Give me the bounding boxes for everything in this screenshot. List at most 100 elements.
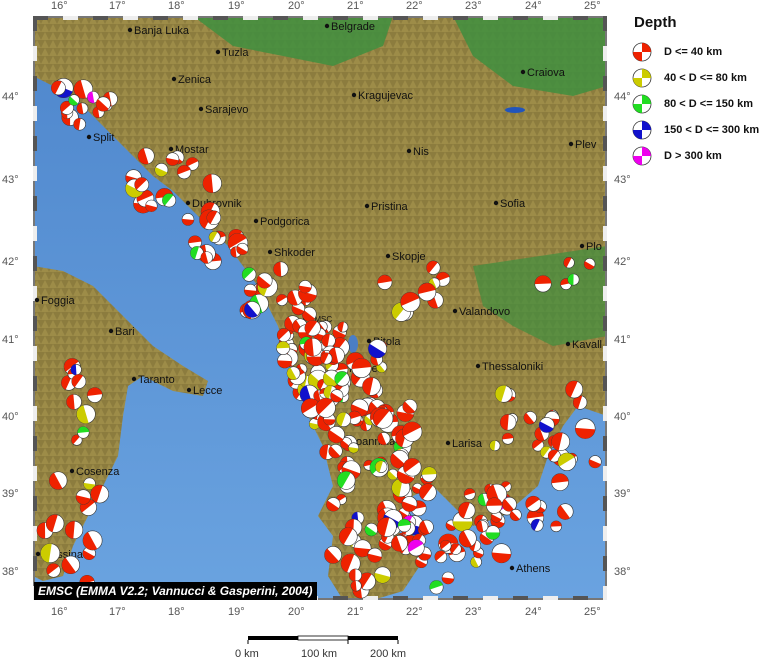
focal-mechanism[interactable] — [377, 274, 393, 290]
focal-mechanism[interactable] — [557, 503, 574, 520]
focal-mechanism[interactable] — [417, 282, 437, 302]
map-area[interactable]: Banja Luka Tuzla Belgrade Zenica Sarajevo Kra… — [32, 15, 618, 601]
focal-mechanism[interactable] — [90, 484, 109, 504]
focal-mechanism[interactable] — [557, 452, 577, 472]
focal-mechanism[interactable] — [575, 418, 596, 439]
focal-mechanism[interactable] — [403, 458, 422, 477]
focal-mechanism[interactable] — [46, 563, 61, 578]
focal-mechanism[interactable] — [441, 571, 455, 585]
focal-mechanism[interactable] — [407, 539, 425, 557]
focal-mechanism[interactable] — [51, 80, 66, 96]
focal-mechanism[interactable] — [303, 337, 323, 357]
focal-mechanism[interactable] — [449, 543, 462, 555]
focal-mechanism[interactable] — [337, 321, 349, 333]
focal-mechanism[interactable] — [419, 483, 437, 502]
focal-mechanism[interactable] — [327, 426, 345, 444]
focal-mechanism[interactable] — [162, 193, 177, 208]
focal-mechanism[interactable] — [400, 291, 421, 312]
focal-mechanism[interactable] — [304, 319, 321, 337]
focal-mechanism[interactable] — [336, 412, 352, 427]
focal-mechanism[interactable] — [551, 473, 569, 491]
focal-mechanism[interactable] — [82, 530, 103, 551]
focal-mechanism[interactable] — [509, 509, 522, 521]
focal-mechanism[interactable] — [324, 546, 342, 564]
focal-mechanism[interactable] — [73, 117, 86, 131]
focal-mechanism[interactable] — [375, 460, 388, 473]
focal-mechanism[interactable] — [338, 527, 358, 546]
focal-mechanism[interactable] — [372, 408, 394, 429]
focal-mechanism[interactable] — [40, 543, 61, 564]
focal-mechanism[interactable] — [334, 371, 350, 387]
focal-mechanism[interactable] — [377, 432, 391, 446]
focal-mechanism[interactable] — [463, 488, 476, 501]
focal-mechanism[interactable] — [95, 96, 111, 112]
focal-mechanism[interactable] — [76, 102, 89, 115]
focal-mechanism[interactable] — [501, 432, 514, 445]
focal-mechanism[interactable] — [326, 497, 341, 512]
focal-mechanism[interactable] — [298, 280, 312, 294]
focal-mechanism[interactable] — [351, 358, 372, 378]
focal-mechanism[interactable] — [277, 353, 293, 369]
focal-mechanism[interactable] — [588, 455, 602, 469]
focal-mechanism[interactable] — [76, 404, 96, 424]
focal-mechanism[interactable] — [489, 440, 501, 452]
focal-mechanism[interactable] — [200, 251, 213, 264]
focal-mechanism[interactable] — [336, 471, 356, 490]
focal-mechanism[interactable] — [145, 199, 158, 212]
focal-mechanism[interactable] — [66, 394, 82, 410]
focal-mechanism[interactable] — [397, 518, 412, 533]
focal-mechanism[interactable] — [236, 242, 249, 256]
focal-mechanism[interactable] — [491, 543, 512, 564]
focal-mechanism[interactable] — [165, 152, 180, 166]
focal-mechanism[interactable] — [523, 411, 537, 425]
focal-mechanism[interactable] — [439, 539, 452, 552]
focal-mechanism[interactable] — [348, 442, 360, 454]
focal-mechanism[interactable] — [525, 495, 542, 512]
focal-mechanism[interactable] — [550, 520, 562, 533]
focal-mechanism[interactable] — [458, 501, 476, 520]
focal-mechanism[interactable] — [402, 421, 423, 442]
focal-mechanism[interactable] — [429, 580, 444, 595]
focal-mechanism[interactable] — [565, 380, 584, 399]
focal-mechanism[interactable] — [364, 522, 378, 537]
focal-mechanism[interactable] — [273, 261, 289, 277]
focal-mechanism[interactable] — [315, 397, 336, 418]
focal-mechanism[interactable] — [421, 466, 437, 483]
focal-mechanism[interactable] — [177, 164, 192, 180]
focal-mechanism[interactable] — [458, 529, 477, 548]
focal-mechanism[interactable] — [64, 520, 84, 540]
focal-mechanism[interactable] — [476, 520, 489, 533]
focal-mechanism[interactable] — [563, 257, 575, 269]
focal-mechanism[interactable] — [134, 177, 150, 193]
focal-mechanism[interactable] — [241, 267, 257, 282]
focal-mechanism[interactable] — [376, 517, 397, 538]
focal-mechanism[interactable] — [367, 547, 383, 563]
focal-mechanism[interactable] — [434, 550, 448, 564]
focal-mechanism[interactable] — [71, 374, 87, 389]
focal-mechanism[interactable] — [567, 273, 580, 286]
focal-mechanism[interactable] — [362, 377, 381, 396]
focal-mechanism[interactable] — [499, 414, 517, 431]
focal-mechanism[interactable] — [401, 496, 418, 512]
focal-mechanism[interactable] — [583, 258, 596, 270]
focal-mechanism[interactable] — [486, 497, 503, 514]
focal-mechanism[interactable] — [494, 385, 513, 403]
focal-mechanism[interactable] — [181, 213, 195, 226]
focal-mechanism[interactable] — [202, 173, 222, 194]
focal-mechanism[interactable] — [286, 366, 301, 380]
focal-mechanism[interactable] — [328, 444, 343, 459]
focal-mechanism[interactable] — [321, 333, 336, 348]
focal-mechanism[interactable] — [387, 468, 399, 481]
focal-mechanism[interactable] — [348, 568, 362, 582]
focal-mechanism[interactable] — [45, 514, 65, 533]
focal-mechanism[interactable] — [530, 518, 544, 532]
focal-mechanism[interactable] — [368, 339, 388, 359]
focal-mechanism[interactable] — [87, 387, 103, 403]
focal-mechanism[interactable] — [244, 301, 261, 318]
focal-mechanism[interactable] — [276, 341, 290, 355]
focal-mechanism[interactable] — [276, 328, 291, 343]
focal-mechanism[interactable] — [276, 294, 288, 306]
focal-mechanism[interactable] — [70, 364, 82, 376]
focal-mechanism[interactable] — [77, 426, 90, 439]
focal-mechanism[interactable] — [49, 471, 68, 490]
